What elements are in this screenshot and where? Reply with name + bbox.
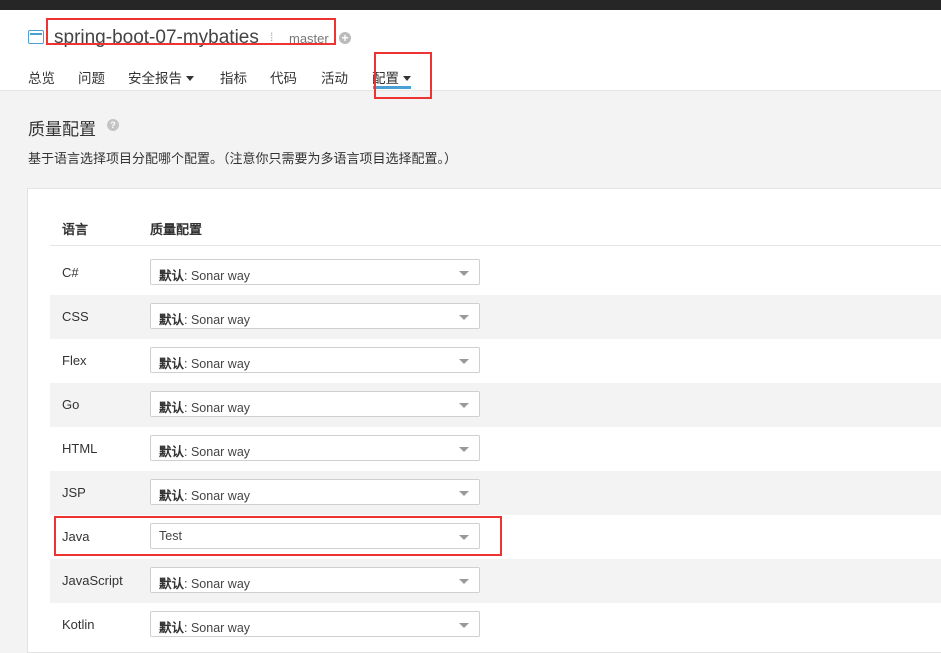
column-header-profile: 质量配置: [150, 222, 203, 237]
table-row: C# 默认: Sonar way: [50, 251, 941, 295]
profile-select[interactable]: 默认: Sonar way: [150, 611, 480, 637]
default-prefix: 默认: [159, 357, 185, 371]
default-prefix: 默认: [159, 577, 185, 591]
chevron-down-icon: [459, 491, 469, 496]
language-label: Go: [62, 397, 80, 412]
profile-name: : Sonar way: [184, 577, 251, 591]
profile-select-value: 默认: Sonar way: [159, 617, 250, 636]
column-header-language: 语言: [62, 222, 89, 237]
profile-name: : Sonar way: [184, 489, 251, 503]
language-label: HTML: [62, 441, 98, 456]
profile-select[interactable]: 默认: Sonar way: [150, 347, 480, 373]
page-title: 质量配置: [28, 120, 96, 139]
table-row: Go 默认: Sonar way: [50, 383, 941, 427]
default-prefix: 默认: [159, 445, 185, 459]
table-row: Kotlin 默认: Sonar way: [50, 603, 941, 647]
profile-name: : Sonar way: [184, 357, 251, 371]
table-row: JavaScript 默认: Sonar way: [50, 559, 941, 603]
profile-select[interactable]: 默认: Sonar way: [150, 567, 480, 593]
language-label: JSP: [62, 485, 86, 500]
tab-activity[interactable]: 活动: [321, 67, 348, 87]
profile-select[interactable]: 默认: Sonar way: [150, 435, 480, 461]
tab-code[interactable]: 代码: [270, 67, 297, 87]
profile-select[interactable]: 默认: Sonar way: [150, 391, 480, 417]
language-label: CSS: [62, 309, 89, 324]
default-prefix: 默认: [159, 269, 185, 283]
profile-name: : Sonar way: [184, 269, 251, 283]
tab-overview[interactable]: 总览: [28, 67, 55, 87]
default-prefix: 默认: [159, 489, 185, 503]
profile-name: : Sonar way: [184, 621, 251, 635]
profile-name: : Sonar way: [184, 401, 251, 415]
profile-name: : Sonar way: [184, 313, 251, 327]
profile-select-value: 默认: Sonar way: [159, 573, 250, 592]
tab-security-reports-label: 安全报告: [128, 71, 182, 86]
profile-select[interactable]: 默认: Sonar way: [150, 259, 480, 285]
profile-select[interactable]: 默认: Sonar way: [150, 479, 480, 505]
help-icon[interactable]: ?: [107, 119, 119, 131]
page-description: 基于语言选择项目分配哪个配置。（注意你只需要为多语言项目选择配置。）: [28, 151, 458, 166]
highlight-box-config: [374, 52, 432, 99]
project-icon: [28, 30, 44, 44]
table-row: JSP 默认: Sonar way: [50, 471, 941, 515]
table-row: HTML 默认: Sonar way: [50, 427, 941, 471]
profile-select-value: 默认: Sonar way: [159, 309, 250, 328]
profile-select[interactable]: 默认: Sonar way: [150, 303, 480, 329]
profile-name: : Sonar way: [184, 445, 251, 459]
chevron-down-icon: [459, 623, 469, 628]
language-label: Kotlin: [62, 617, 95, 632]
table-row: Flex 默认: Sonar way: [50, 339, 941, 383]
chevron-down-icon: [459, 579, 469, 584]
profile-select-value: 默认: Sonar way: [159, 397, 250, 416]
chevron-down-icon: [459, 403, 469, 408]
highlight-box-java-row: [54, 516, 502, 556]
header-divider: [50, 245, 941, 246]
chevron-down-icon: [459, 315, 469, 320]
default-prefix: 默认: [159, 621, 185, 635]
tab-security-reports[interactable]: 安全报告: [128, 67, 194, 87]
profile-select-value: 默认: Sonar way: [159, 485, 250, 504]
chevron-down-icon: [459, 359, 469, 364]
table-row: CSS 默认: Sonar way: [50, 295, 941, 339]
profile-select-value: 默认: Sonar way: [159, 353, 250, 372]
default-prefix: 默认: [159, 401, 185, 415]
chevron-down-icon: [186, 75, 194, 81]
profile-select-value: 默认: Sonar way: [159, 265, 250, 284]
default-prefix: 默认: [159, 313, 185, 327]
highlight-box-project: [46, 18, 336, 45]
top-bar: [0, 0, 941, 10]
tab-measures[interactable]: 指标: [220, 67, 247, 87]
language-label: JavaScript: [62, 573, 123, 588]
language-label: C#: [62, 265, 79, 280]
chevron-down-icon: [459, 271, 469, 276]
language-label: Flex: [62, 353, 87, 368]
plus-icon[interactable]: +: [339, 32, 351, 44]
chevron-down-icon: [459, 447, 469, 452]
profile-select-value: 默认: Sonar way: [159, 441, 250, 460]
tab-issues[interactable]: 问题: [78, 67, 105, 87]
